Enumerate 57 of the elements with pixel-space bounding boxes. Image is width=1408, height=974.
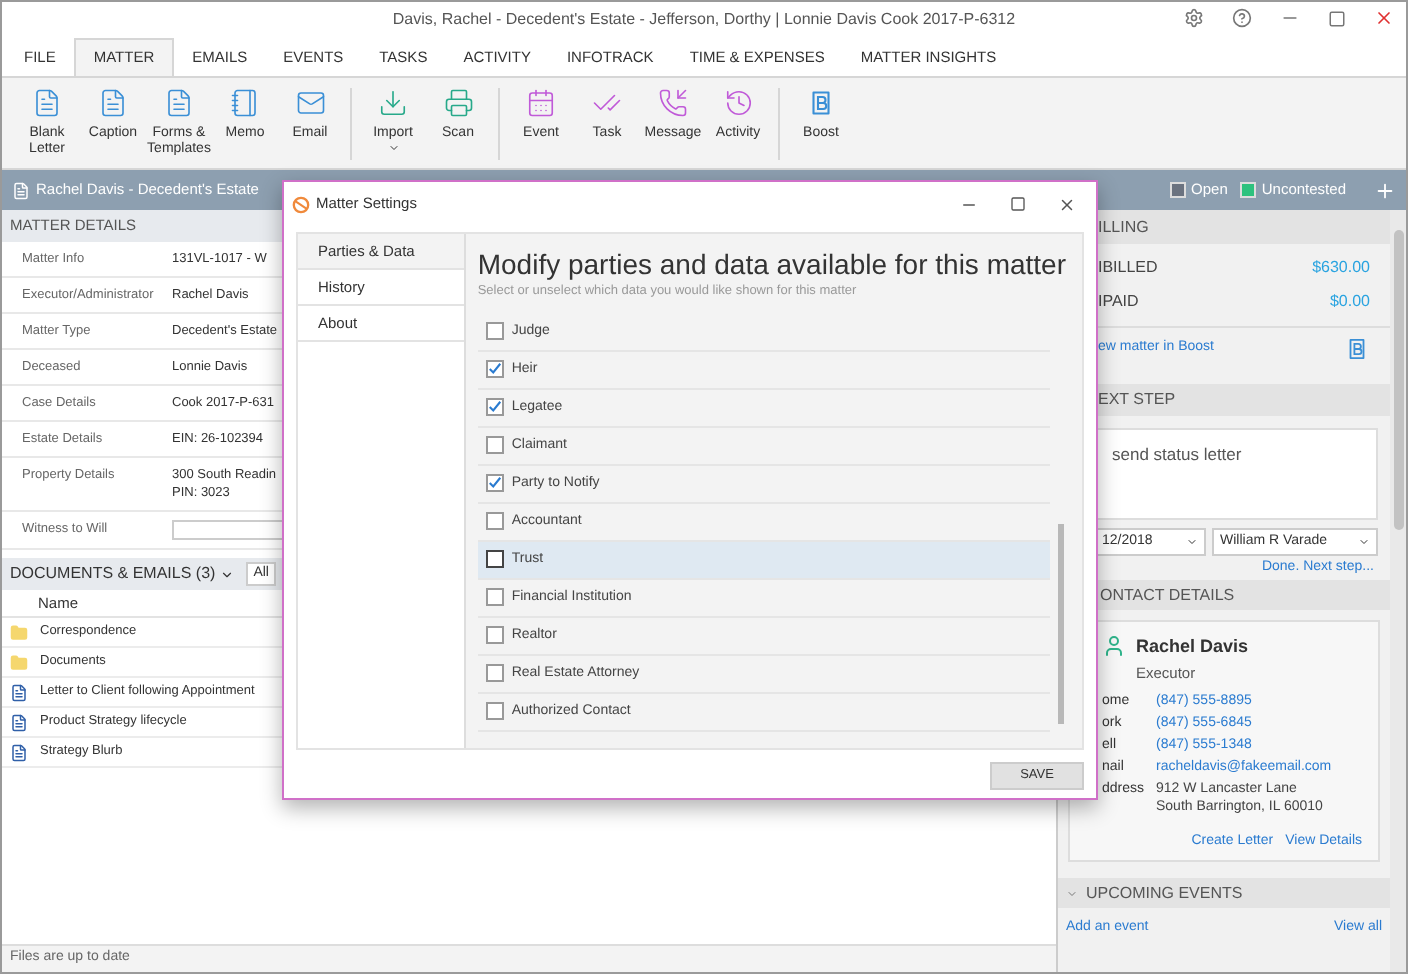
checkbox[interactable] bbox=[485, 474, 504, 493]
matter-icon bbox=[12, 181, 30, 199]
history-icon bbox=[723, 88, 753, 118]
billing-amount: $0.00 bbox=[1329, 290, 1370, 314]
maximize-icon[interactable] bbox=[1010, 196, 1026, 212]
checkbox[interactable] bbox=[485, 702, 504, 721]
checkbox[interactable] bbox=[485, 322, 504, 341]
document-icon bbox=[10, 683, 28, 701]
phone-icon bbox=[658, 88, 688, 118]
window-title: Davis, Rachel - Decedent's Estate - Jefferson, Dorthy | Lonnie Davis Cook 2017-P-6312 bbox=[392, 8, 1016, 32]
section-header: EXT STEP bbox=[1098, 388, 1176, 412]
checkbox[interactable] bbox=[485, 360, 504, 379]
dialog-heading: Modify parties and data available for this matter bbox=[477, 248, 1066, 280]
boost-icon bbox=[1344, 335, 1370, 361]
section-header: DOCUMENTS & EMAILS (3) bbox=[10, 562, 216, 586]
billing-amount: $630.00 bbox=[1312, 256, 1370, 280]
settings-icon[interactable] bbox=[1184, 8, 1204, 28]
folder-icon bbox=[10, 653, 28, 671]
document-icon bbox=[10, 713, 28, 731]
printer-icon bbox=[443, 88, 473, 118]
checkbox[interactable] bbox=[485, 436, 504, 455]
document-icon bbox=[98, 88, 128, 118]
section-header: ILLING bbox=[1098, 215, 1149, 239]
close-icon[interactable] bbox=[1058, 195, 1076, 213]
help-icon[interactable] bbox=[1232, 8, 1252, 28]
checkbox[interactable] bbox=[485, 664, 504, 683]
logo-icon bbox=[292, 195, 310, 213]
close-icon[interactable] bbox=[1374, 8, 1394, 28]
checkbox[interactable] bbox=[485, 398, 504, 417]
download-icon bbox=[378, 88, 408, 118]
maximize-icon[interactable] bbox=[1328, 9, 1346, 27]
checkbox[interactable] bbox=[485, 588, 504, 607]
collapse-icon[interactable] bbox=[1066, 887, 1078, 900]
boost-icon bbox=[806, 88, 836, 118]
notebook-icon bbox=[230, 88, 260, 118]
scrollbar[interactable] bbox=[1390, 210, 1406, 972]
add-icon[interactable] bbox=[1374, 179, 1396, 201]
person-icon bbox=[1102, 634, 1126, 658]
contact-name: Rachel Davis bbox=[1136, 634, 1249, 660]
document-icon bbox=[164, 88, 194, 118]
next-step-field[interactable]: send status letter bbox=[1094, 428, 1378, 520]
caret-icon bbox=[387, 142, 399, 154]
checkbox[interactable] bbox=[485, 512, 504, 531]
billing-label: IBILLED bbox=[1098, 256, 1158, 280]
folder-icon bbox=[10, 623, 28, 641]
checkbox[interactable] bbox=[485, 626, 504, 645]
document-icon bbox=[32, 88, 62, 118]
section-header: UPCOMING EVENTS bbox=[1086, 881, 1243, 906]
section-header: ONTACT DETAILS bbox=[1100, 583, 1235, 607]
caret-icon bbox=[1358, 536, 1370, 548]
document-icon bbox=[10, 743, 28, 761]
caret-icon bbox=[1186, 536, 1198, 548]
billing-label: IPAID bbox=[1098, 290, 1139, 314]
checkbox[interactable] bbox=[485, 550, 504, 569]
calendar-icon bbox=[526, 88, 556, 118]
envelope-icon bbox=[295, 88, 325, 118]
caret-icon[interactable] bbox=[219, 567, 234, 581]
